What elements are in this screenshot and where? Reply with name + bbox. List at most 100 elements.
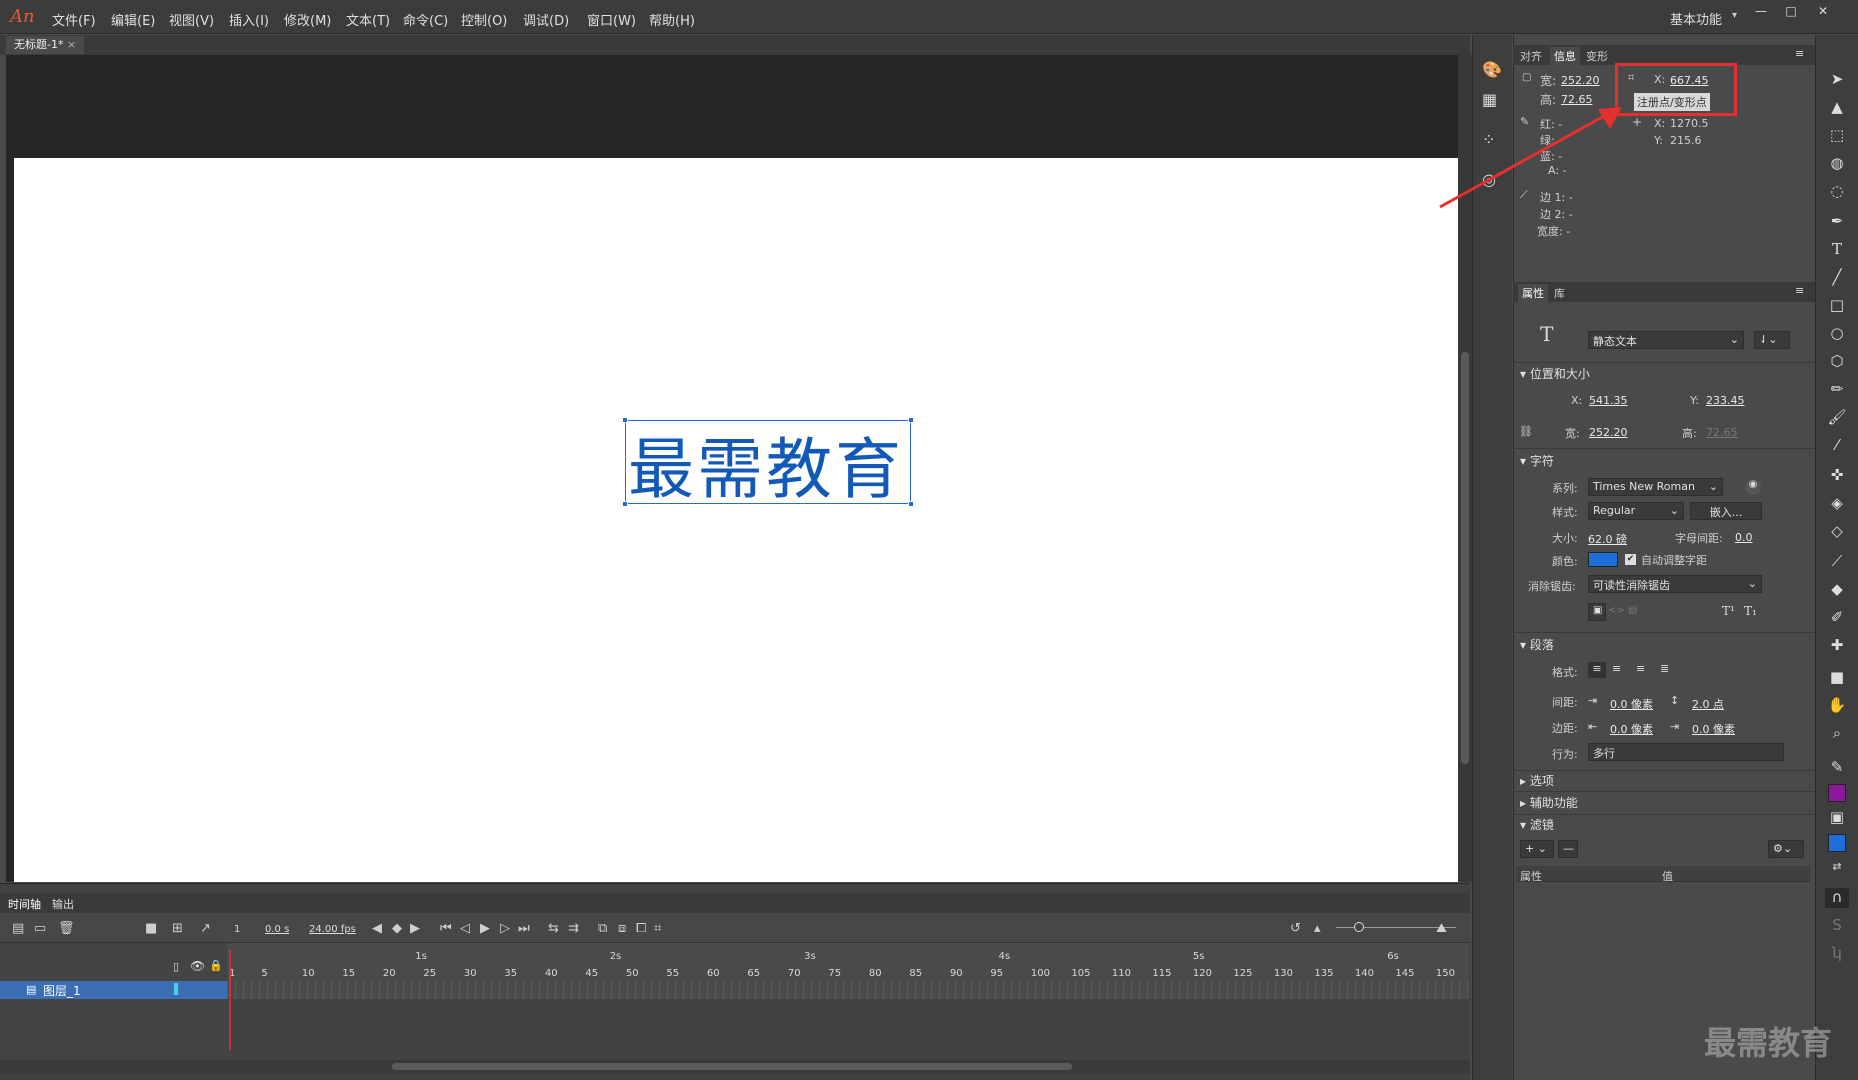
menu-control[interactable]: 控制(O) (461, 10, 507, 29)
step-back-icon[interactable]: ◁ (460, 921, 470, 936)
handle-top-right[interactable] (908, 417, 914, 423)
3d-rotation-tool-icon[interactable]: ◍ (1825, 154, 1849, 174)
tab-timeline[interactable]: 时间轴 (8, 896, 41, 912)
fill-color-swatch[interactable] (1828, 834, 1846, 852)
superscript-icon[interactable]: T¹ (1722, 604, 1735, 618)
frame-row[interactable] (227, 981, 1469, 999)
selectable-icon[interactable]: ▣ (1588, 603, 1606, 621)
font-family-select[interactable]: Times New Roman ⌄ (1588, 478, 1723, 496)
section-filters[interactable]: ▾ 滤镜 (1520, 816, 1554, 833)
center-frame-icon[interactable]: ⇉ (568, 921, 579, 936)
section-paragraph[interactable]: ▾ 段落 (1520, 636, 1554, 653)
menu-insert[interactable]: 插入(I) (229, 10, 269, 29)
align-center-icon[interactable]: ≡ (1612, 662, 1621, 675)
stage-text[interactable]: 最需教育 (628, 416, 904, 512)
lock-icon[interactable]: 🔒 (209, 959, 223, 972)
menu-window[interactable]: 窗口(W) (587, 10, 636, 29)
hand-tool-icon[interactable]: ✋ (1825, 696, 1849, 716)
tab-transform[interactable]: 变形 (1586, 48, 1608, 64)
size-w-value[interactable]: 252.20 (1589, 426, 1628, 439)
zoom-out-icon[interactable]: ▴ (1314, 921, 1321, 936)
align-left-icon[interactable]: ≡ (1588, 662, 1606, 678)
prev-keyframe-icon[interactable]: ◀ (372, 921, 382, 936)
minimize-icon[interactable]: — (1750, 4, 1772, 20)
menu-text[interactable]: 文本(T) (346, 10, 390, 29)
new-layer-icon[interactable]: ▤ (12, 921, 24, 936)
onion-skin-icon[interactable]: ⧉ (598, 921, 607, 936)
align-right-icon[interactable]: ≡ (1636, 662, 1645, 675)
tab-properties[interactable]: 属性 (1518, 284, 1548, 302)
onion-outline-icon[interactable]: ⧈ (618, 921, 626, 936)
zoom-in-icon[interactable]: ⛰ (1436, 921, 1447, 936)
menu-view[interactable]: 视图(V) (169, 10, 214, 29)
subscript-icon[interactable]: T₁ (1744, 604, 1757, 618)
rectangle-tool-icon[interactable]: □ (1825, 296, 1849, 316)
current-frame[interactable]: 1 (234, 924, 240, 935)
new-folder-icon[interactable]: ▭ (34, 921, 46, 936)
workspace-switcher[interactable]: 基本功能 (1670, 9, 1722, 28)
brush-tool-icon[interactable]: 🖌 (1825, 408, 1849, 428)
close-icon[interactable]: ✕ (1812, 4, 1834, 20)
handle-bottom-left[interactable] (622, 501, 628, 507)
menu-commands[interactable]: 命令(C) (403, 10, 448, 29)
panel-menu-icon[interactable]: ≡ (1795, 284, 1804, 297)
antialias-select[interactable]: 可读性消除锯齿 ⌄ (1588, 575, 1762, 593)
playhead[interactable] (229, 950, 231, 1050)
section-accessibility[interactable]: ▸ 辅助功能 (1520, 794, 1578, 811)
frame-rate[interactable]: 24.00 fps (309, 924, 356, 935)
vertical-scroll-thumb[interactable] (1461, 352, 1469, 764)
tab-align[interactable]: 对齐 (1520, 48, 1542, 64)
camera-icon[interactable]: ■ (145, 921, 157, 936)
color-palette-icon[interactable]: 🎨 (1482, 60, 1502, 79)
horizontal-scroll-thumb[interactable] (392, 1063, 1072, 1070)
layer-color-swatch[interactable] (174, 983, 178, 995)
free-transform-tool-icon[interactable]: ⬚ (1825, 126, 1849, 146)
panel-menu-icon[interactable]: ≡ (1795, 47, 1804, 60)
oval-tool-icon[interactable]: ○ (1825, 324, 1849, 344)
eyedropper-tool-icon[interactable]: ⟋ (1825, 552, 1849, 572)
handle-bottom-right[interactable] (908, 501, 914, 507)
justify-icon[interactable]: ≣ (1660, 662, 1669, 675)
next-keyframe-icon[interactable]: ▶ (410, 921, 420, 936)
step-forward-icon[interactable]: ▷ (500, 921, 510, 936)
modify-markers-icon[interactable]: ⌗ (654, 921, 661, 936)
right-margin-value[interactable]: 0.0 像素 (1692, 721, 1735, 737)
document-tab[interactable]: 无标题-1* × (6, 36, 85, 54)
eye-icon[interactable]: 👁 (190, 959, 205, 973)
width-tool-icon[interactable]: ✐ (1825, 608, 1849, 628)
add-filter-button[interactable]: + ⌄ (1520, 840, 1554, 858)
stroke-color-swatch[interactable] (1828, 784, 1846, 802)
loop-icon[interactable]: ⇆ (548, 921, 559, 936)
handle-top-left[interactable] (622, 417, 628, 423)
delete-layer-icon[interactable]: 🗑 (58, 921, 75, 936)
layer-parenting-icon[interactable]: ⊞ (172, 921, 183, 936)
lasso-tool-icon[interactable]: ◌ (1825, 182, 1849, 202)
swap-colors-icon[interactable]: ⇄ (1825, 860, 1849, 880)
layer-name[interactable]: 图层_1 (43, 982, 81, 999)
edit-multiple-frames-icon[interactable]: ⧠ (636, 921, 646, 936)
section-position-size[interactable]: ▾ 位置和大小 (1520, 365, 1590, 382)
text-tool-icon[interactable]: T (1825, 240, 1849, 260)
menu-help[interactable]: 帮助(H) (649, 10, 695, 29)
outline-icon[interactable]: ▯ (173, 960, 179, 973)
pos-x-value[interactable]: 541.35 (1589, 394, 1628, 407)
play-icon[interactable]: ▶ (480, 921, 490, 936)
text-type-select[interactable]: 静态文本 ⌄ (1588, 331, 1744, 349)
subselection-tool-icon[interactable]: ▲ (1825, 98, 1849, 118)
pen-tool-icon[interactable]: ✒ (1825, 212, 1849, 232)
keyframe-icon[interactable]: ◆ (392, 921, 402, 936)
section-character[interactable]: ▾ 字符 (1520, 452, 1554, 469)
selection-tool-icon[interactable]: ➤ (1825, 70, 1849, 90)
tab-library[interactable]: 库 (1554, 285, 1565, 301)
text-color-swatch[interactable] (1588, 552, 1618, 567)
first-frame-icon[interactable]: ⏮ (440, 921, 452, 936)
embed-button[interactable]: 嵌入... (1690, 502, 1762, 520)
undo-icon[interactable]: ↺ (1290, 921, 1301, 936)
pencil-tool-icon[interactable]: ✏ (1825, 380, 1849, 400)
menu-edit[interactable]: 编辑(E) (111, 10, 155, 29)
asset-warp-tool-icon[interactable]: ✚ (1825, 636, 1849, 656)
letter-spacing-value[interactable]: 0.0 (1735, 531, 1753, 544)
checkbox-checked-icon[interactable]: ✔ (1625, 554, 1636, 565)
zoom-tool-icon[interactable]: ⌕ (1825, 724, 1849, 744)
eraser-tool-icon[interactable]: ◆ (1825, 580, 1849, 600)
